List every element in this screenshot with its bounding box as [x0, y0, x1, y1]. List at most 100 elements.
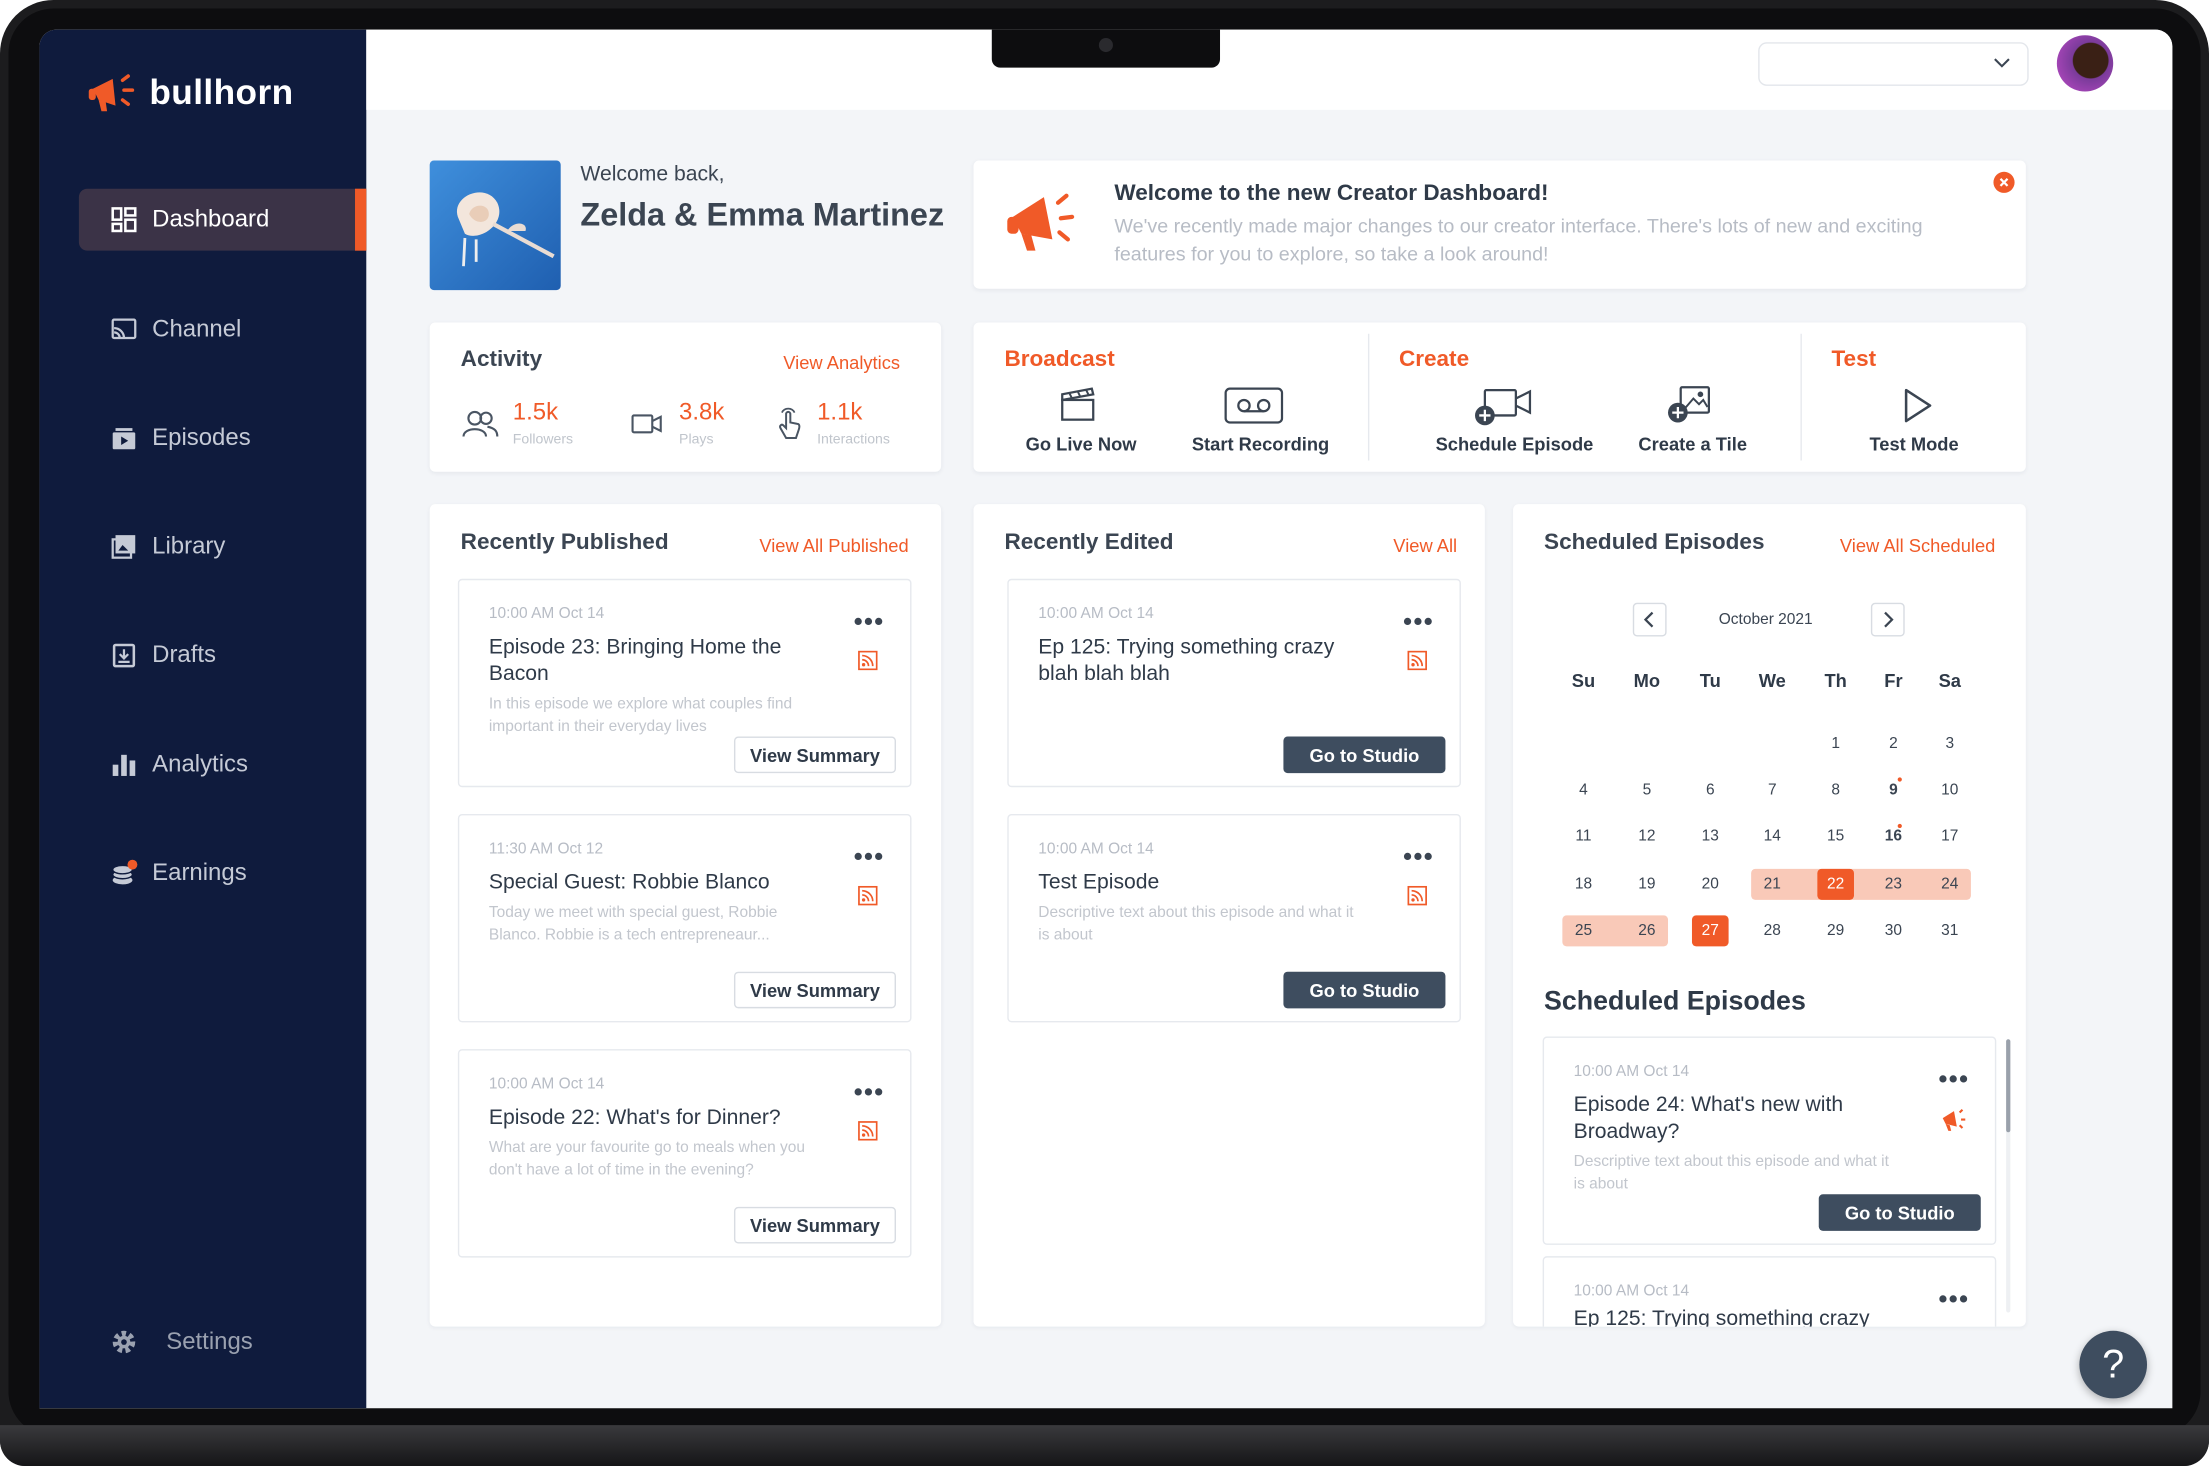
logo[interactable]: bullhorn [87, 72, 293, 114]
more-options-button[interactable]: ••• [1403, 844, 1434, 869]
go-to-studio-button[interactable]: Go to Studio [1283, 971, 1446, 1009]
calendar-day[interactable]: 7 [1754, 775, 1791, 806]
welcome-banner: Welcome to the new Creator Dashboard! We… [973, 160, 2026, 289]
episode-time: 11:30 AM Oct 12 [488, 840, 604, 858]
view-summary-button[interactable]: View Summary [733, 971, 896, 1009]
calendar-day[interactable]: 12 [1629, 821, 1666, 852]
scrollbar[interactable] [2006, 1039, 2011, 1313]
scrollbar-thumb[interactable] [2006, 1039, 2011, 1133]
calendar-day[interactable]: 3 [1931, 728, 1968, 759]
calendar-day[interactable]: 17 [1931, 821, 1968, 852]
calendar-day[interactable]: 20 [1692, 869, 1729, 900]
calendar-day[interactable]: 10 [1931, 775, 1968, 806]
calendar-day[interactable]: 9 [1875, 775, 1912, 806]
calendar-day[interactable]: 21 [1754, 869, 1791, 900]
calendar-day[interactable]: 23 [1875, 869, 1912, 900]
sidebar-item-earnings[interactable]: Earnings [79, 842, 366, 904]
calendar-day[interactable]: 14 [1754, 821, 1791, 852]
calendar-day[interactable]: 13 [1692, 821, 1729, 852]
calendar-day[interactable]: 5 [1629, 775, 1666, 806]
start-recording-button[interactable]: Start Recording [1185, 384, 1329, 455]
scheduled-episode-card[interactable]: 10:00 AM Oct 14 ••• Ep 125: Trying somet… [1542, 1256, 1997, 1327]
episode-description: In this episode we explore what couples … [488, 695, 793, 736]
more-options-button[interactable]: ••• [1939, 1066, 1970, 1091]
episode-title: Test Episode [1038, 870, 1160, 895]
calendar-day[interactable]: 2 [1875, 728, 1912, 759]
banner-title: Welcome to the new Creator Dashboard! [1114, 181, 1549, 206]
view-analytics-link[interactable]: View Analytics [783, 352, 900, 373]
calendar-day[interactable]: 26 [1629, 915, 1666, 946]
prev-month-button[interactable] [1632, 602, 1667, 637]
view-all-edited-link[interactable]: View All [1393, 535, 1457, 556]
calendar-day[interactable]: 30 [1875, 915, 1912, 946]
calendar-day[interactable]: 16 [1875, 821, 1912, 852]
calendar-day[interactable]: 19 [1629, 869, 1666, 900]
schedule-episode-button[interactable]: Schedule Episode [1431, 384, 1593, 455]
go-to-studio-button[interactable]: Go to Studio [1283, 736, 1446, 774]
view-summary-button[interactable]: View Summary [733, 736, 896, 774]
calendar-day[interactable]: 28 [1754, 915, 1791, 946]
sidebar-item-drafts[interactable]: Drafts [79, 624, 366, 686]
more-options-button[interactable]: ••• [1403, 608, 1434, 633]
more-options-button[interactable]: ••• [854, 608, 885, 633]
calendar-day[interactable]: 24 [1931, 869, 1968, 900]
calendar-day[interactable]: 18 [1565, 869, 1602, 900]
go-to-studio-button[interactable]: Go to Studio [1818, 1194, 1981, 1231]
calendar-day[interactable]: 29 [1817, 915, 1854, 946]
create-tile-button[interactable]: Create a Tile [1633, 384, 1760, 455]
scheduled-episodes-title: Scheduled Episodes [1544, 530, 1765, 555]
settings-label: Settings [166, 1327, 253, 1355]
gear-icon [112, 1330, 136, 1354]
calendar-day[interactable]: 1 [1817, 728, 1854, 759]
edited-episode-card[interactable]: 10:00 AM Oct 14 ••• Test Episode Descrip… [1007, 813, 1461, 1023]
calendar-day[interactable]: 15 [1817, 821, 1854, 852]
help-button[interactable]: ? [2079, 1330, 2148, 1399]
calendar-day[interactable]: 27 [1691, 915, 1729, 947]
sidebar-item-library[interactable]: Library [79, 515, 366, 577]
go-live-now-button[interactable]: Go Live Now [1016, 384, 1143, 455]
published-episode-card[interactable]: 10:00 AM Oct 14 ••• Episode 23: Bringing… [457, 578, 912, 788]
bar-chart-icon [112, 754, 136, 776]
calendar-day[interactable]: 11 [1565, 821, 1602, 852]
sidebar-item-channel[interactable]: Channel [79, 299, 366, 361]
rose-image-icon [456, 192, 555, 267]
episode-description: What are your favourite go to meals when… [488, 1139, 805, 1179]
test-mode-button[interactable]: Test Mode [1864, 384, 1977, 455]
coins-icon [111, 859, 138, 885]
calendar-day[interactable]: 4 [1565, 775, 1602, 806]
calendar-day[interactable]: 22 [1817, 868, 1854, 900]
calendar-day[interactable]: 8 [1817, 775, 1854, 806]
sidebar-item-dashboard[interactable]: Dashboard [78, 188, 367, 251]
view-all-scheduled-link[interactable]: View All Scheduled [1840, 535, 1995, 556]
next-month-button[interactable] [1870, 602, 1905, 637]
event-dot-icon [1897, 777, 1902, 782]
calendar-day[interactable]: 25 [1565, 915, 1602, 946]
more-options-button[interactable]: ••• [854, 844, 885, 869]
sidebar-item-analytics[interactable]: Analytics [79, 734, 366, 796]
calendar-day[interactable]: 31 [1931, 915, 1968, 946]
chevron-right-icon [1884, 611, 1894, 628]
chevron-down-icon [1994, 58, 2010, 68]
plays-label: Plays [679, 432, 714, 448]
more-options-button[interactable]: ••• [1939, 1286, 1970, 1311]
rss-icon [858, 885, 878, 906]
calendar-day[interactable]: 6 [1692, 775, 1729, 806]
cast-icon [111, 318, 137, 340]
avatar[interactable] [2056, 35, 2114, 92]
banner-text: We've recently made major changes to our… [1114, 214, 1923, 265]
sidebar-item-episodes[interactable]: Episodes [79, 407, 366, 469]
recently-edited-card: Recently Edited View All 10:00 AM Oct 14… [973, 504, 1485, 1327]
divider [1800, 333, 1802, 461]
megaphone-icon [1007, 193, 1075, 251]
more-options-button[interactable]: ••• [854, 1079, 885, 1104]
settings-item[interactable]: Settings [110, 1328, 253, 1356]
view-summary-button[interactable]: View Summary [733, 1206, 896, 1244]
close-banner-button[interactable] [1993, 171, 2015, 193]
edited-episode-card[interactable]: 10:00 AM Oct 14 ••• Ep 125: Trying somet… [1007, 578, 1461, 788]
view-all-published-link[interactable]: View All Published [759, 535, 908, 556]
scheduled-episode-card[interactable]: 10:00 AM Oct 14 ••• Episode 24: What's n… [1542, 1036, 1997, 1245]
published-episode-card[interactable]: 11:30 AM Oct 12 ••• Special Guest: Robbi… [457, 813, 912, 1023]
published-episode-card[interactable]: 10:00 AM Oct 14 ••• Episode 22: What's f… [457, 1049, 912, 1258]
channel-dropdown[interactable] [1758, 42, 2029, 86]
calendar-weekday: Su [1571, 670, 1596, 692]
